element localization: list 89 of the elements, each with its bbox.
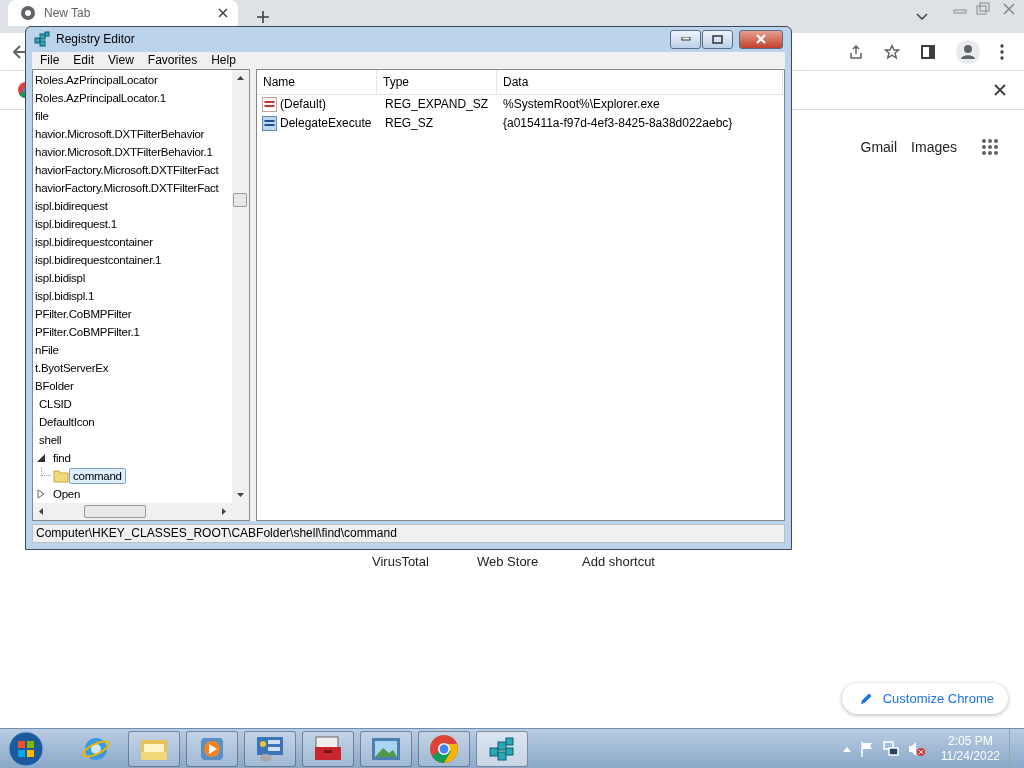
tree-item[interactable]: Open bbox=[51, 485, 85, 502]
menu-item[interactable]: File bbox=[40, 52, 60, 67]
browser-tab[interactable]: New Tab bbox=[8, 0, 238, 26]
value-data: {a015411a-f97d-4ef3-8425-8a38d022aebc} bbox=[502, 116, 734, 131]
menu-item[interactable]: Favorites bbox=[147, 52, 198, 67]
window-title: Registry Editor bbox=[56, 32, 135, 47]
control-panel-icon bbox=[254, 734, 286, 763]
tab-title: New Tab bbox=[44, 6, 92, 20]
taskbar-button[interactable] bbox=[418, 730, 470, 767]
tree-line bbox=[41, 466, 51, 476]
tree-item[interactable]: ispl.bidirequest bbox=[33, 197, 112, 214]
toolbox-icon bbox=[312, 734, 344, 763]
tree-item[interactable]: find bbox=[51, 449, 75, 466]
network-icon[interactable] bbox=[882, 740, 899, 757]
profile-icon[interactable] bbox=[956, 39, 980, 64]
speaker-muted-icon[interactable] bbox=[907, 740, 926, 757]
scroll-thumb[interactable] bbox=[233, 192, 247, 207]
tree-item[interactable]: command bbox=[69, 467, 126, 484]
tree-item[interactable]: ispl.bidispl.1 bbox=[33, 287, 99, 304]
tree-item[interactable]: Roles.AzPrincipalLocator.1 bbox=[33, 89, 170, 106]
taskbar-button[interactable] bbox=[244, 730, 296, 767]
tree-item[interactable]: ispl.bidirequestcontainer bbox=[33, 233, 157, 250]
string-value-icon bbox=[262, 96, 277, 112]
collapsed-triangle-icon[interactable] bbox=[35, 488, 47, 499]
tree-item[interactable]: BFolder bbox=[33, 377, 78, 394]
tree-item[interactable]: file bbox=[33, 107, 53, 124]
chrome-icon bbox=[429, 733, 459, 764]
shortcut-label[interactable]: Web Store bbox=[477, 554, 582, 569]
tree-item[interactable]: havior.Microsoft.DXTFilterBehavior.1 bbox=[33, 143, 217, 160]
tree-item[interactable]: haviorFactory.Microsoft.DXTFilterFact bbox=[33, 179, 223, 196]
menu-item[interactable]: Help bbox=[211, 52, 236, 67]
maximize-button[interactable] bbox=[702, 29, 733, 49]
menu-item[interactable]: Edit bbox=[73, 52, 95, 67]
maximize-icon bbox=[712, 34, 723, 44]
taskbar-button[interactable] bbox=[128, 730, 180, 767]
shortcut-label[interactable]: Add shortcut bbox=[582, 554, 687, 569]
back-icon[interactable] bbox=[12, 43, 28, 60]
menu-icon[interactable] bbox=[1000, 43, 1004, 60]
scroll-thumb[interactable] bbox=[84, 504, 146, 518]
tree-item[interactable]: CLSID bbox=[37, 395, 76, 412]
header-link[interactable]: Gmail bbox=[860, 139, 898, 155]
start-button[interactable] bbox=[8, 730, 44, 767]
star-icon[interactable] bbox=[884, 43, 900, 60]
close-icon bbox=[755, 34, 767, 45]
close-button[interactable] bbox=[739, 29, 783, 49]
tree-item[interactable]: t.ByotServerEx bbox=[33, 359, 113, 376]
tree-item[interactable]: PFilter.CoBMPFilter bbox=[33, 305, 136, 322]
tree-item[interactable]: haviorFactory.Microsoft.DXTFilterFact bbox=[33, 161, 223, 178]
new-tab-icon[interactable] bbox=[256, 9, 270, 24]
minimize-button[interactable] bbox=[670, 29, 701, 49]
taskbar-button[interactable] bbox=[360, 730, 412, 767]
taskbar-button[interactable] bbox=[302, 730, 354, 767]
shortcut-label[interactable]: VirusTotal bbox=[372, 554, 477, 569]
string-value-icon bbox=[262, 115, 277, 131]
cubes-icon bbox=[34, 31, 50, 48]
tree-item[interactable]: shell bbox=[37, 431, 66, 448]
tree-item[interactable]: Roles.AzPrincipalLocator bbox=[33, 71, 162, 88]
status-path: Computer\HKEY_CLASSES_ROOT\CABFolder\shell\find\command bbox=[36, 526, 397, 541]
pencil-icon bbox=[859, 692, 873, 705]
column-header[interactable]: Name bbox=[257, 69, 377, 94]
tree-item[interactable]: ispl.bidirequest.1 bbox=[33, 215, 121, 232]
close-icon[interactable] bbox=[994, 84, 1006, 96]
value-data: %SystemRoot%\Explorer.exe bbox=[502, 97, 661, 112]
tree-item[interactable]: nFile bbox=[33, 341, 63, 358]
customize-chrome-button[interactable]: Customize Chrome bbox=[841, 683, 1008, 714]
tree-item[interactable]: ispl.bidirequestcontainer.1 bbox=[33, 251, 166, 268]
column-header[interactable]: Type bbox=[377, 69, 497, 94]
tree-item[interactable]: DefaultIcon bbox=[37, 413, 99, 430]
column-header[interactable]: Data bbox=[497, 69, 783, 94]
apps-grid-icon[interactable] bbox=[981, 138, 999, 156]
chrome-icon bbox=[20, 5, 36, 21]
tree-item[interactable]: ispl.bidispl bbox=[33, 269, 90, 286]
side-panel-icon[interactable] bbox=[920, 43, 936, 60]
folder-icon bbox=[53, 468, 69, 483]
taskbar-button[interactable] bbox=[186, 730, 238, 767]
share-icon[interactable] bbox=[848, 43, 864, 60]
header-link[interactable]: Images bbox=[911, 139, 957, 155]
tree-item[interactable]: PFilter.CoBMPFilter.1 bbox=[33, 323, 144, 340]
tree-item[interactable]: havior.Microsoft.DXTFilterBehavior bbox=[33, 125, 209, 142]
close-icon[interactable] bbox=[218, 8, 228, 18]
menu-item[interactable]: View bbox=[108, 52, 134, 67]
value-type: REG_SZ bbox=[384, 116, 434, 131]
value-name[interactable]: (Default) bbox=[280, 97, 326, 112]
value-name[interactable]: DelegateExecute bbox=[280, 116, 372, 131]
minimize-icon bbox=[680, 37, 691, 42]
value-type: REG_EXPAND_SZ bbox=[384, 97, 490, 112]
expanded-triangle-icon[interactable] bbox=[35, 452, 47, 463]
taskbar-button[interactable] bbox=[476, 730, 528, 767]
chevron-icon[interactable] bbox=[916, 12, 928, 21]
